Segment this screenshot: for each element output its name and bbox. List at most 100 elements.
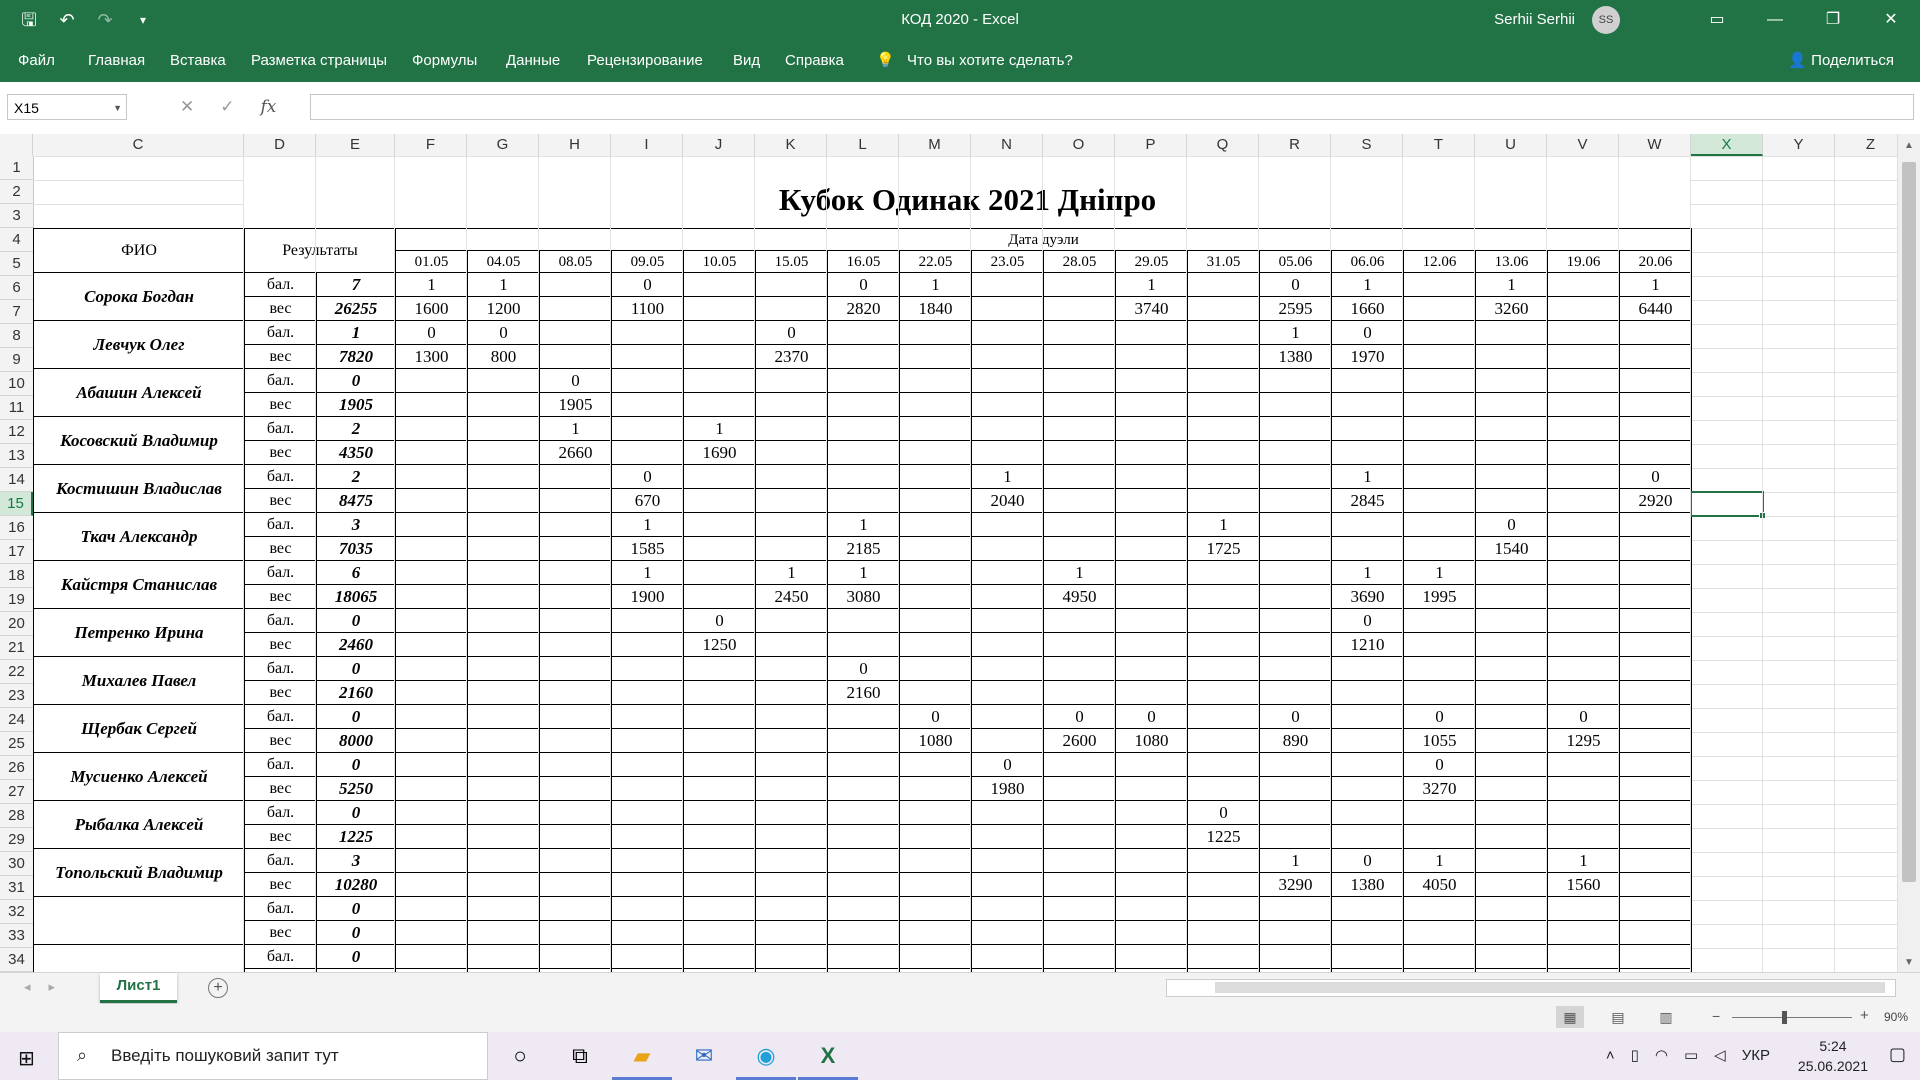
date-header[interactable]: 04.05	[467, 250, 540, 273]
scroll-thumb[interactable]	[1215, 982, 1885, 993]
weight-cell[interactable]: 1905	[539, 392, 612, 417]
points-cell[interactable]	[539, 800, 612, 825]
weight-cell[interactable]: 1560	[1547, 872, 1620, 897]
weight-cell[interactable]	[1403, 632, 1476, 657]
weight-cell[interactable]	[539, 584, 612, 609]
row-header[interactable]: 18	[0, 564, 33, 588]
points-cell[interactable]	[467, 944, 540, 969]
row-header[interactable]: 22	[0, 660, 33, 684]
weight-cell[interactable]	[611, 824, 684, 849]
weight-cell[interactable]	[1259, 776, 1332, 801]
cell-grid[interactable]: Кубок Одинак 2021 Дніпро ФИО Результаты Да…	[33, 156, 1898, 972]
weight-cell[interactable]	[1331, 440, 1404, 465]
weight-cell[interactable]	[1259, 584, 1332, 609]
weight-cell[interactable]	[755, 488, 828, 513]
points-cell[interactable]: 1	[1475, 272, 1548, 297]
points-cell[interactable]: 1	[611, 512, 684, 537]
points-cell[interactable]	[1115, 944, 1188, 969]
weight-cell[interactable]: 1080	[1115, 728, 1188, 753]
weight-cell[interactable]	[1187, 392, 1260, 417]
points-cell[interactable]	[467, 896, 540, 921]
points-cell[interactable]	[827, 704, 900, 729]
weight-label[interactable]: вес	[244, 488, 317, 513]
weight-cell[interactable]	[1115, 872, 1188, 897]
weight-cell[interactable]: 890	[1259, 728, 1332, 753]
weight-cell[interactable]	[467, 632, 540, 657]
points-cell[interactable]: 1	[1403, 560, 1476, 585]
player-name[interactable]: Ткач Александр	[33, 512, 245, 561]
volume-icon[interactable]: ◁	[1714, 1032, 1726, 1080]
points-cell[interactable]	[755, 512, 828, 537]
weight-cell[interactable]	[899, 344, 972, 369]
points-cell[interactable]	[1403, 368, 1476, 393]
weight-cell[interactable]: 4950	[1043, 584, 1116, 609]
weight-cell[interactable]: 1210	[1331, 632, 1404, 657]
user-name[interactable]: Serhii Serhii	[1494, 0, 1575, 40]
weight-cell[interactable]: 1970	[1331, 344, 1404, 369]
horizontal-scrollbar[interactable]	[1166, 979, 1896, 997]
points-cell[interactable]	[1331, 416, 1404, 441]
points-cell[interactable]	[467, 704, 540, 729]
weight-cell[interactable]	[1547, 584, 1620, 609]
points-cell[interactable]	[395, 560, 468, 585]
weight-cell[interactable]	[755, 536, 828, 561]
points-cell[interactable]	[467, 800, 540, 825]
row-header[interactable]: 31	[0, 876, 33, 900]
points-cell[interactable]	[1187, 272, 1260, 297]
add-sheet-icon[interactable]: +	[208, 978, 228, 998]
row-header[interactable]: 17	[0, 540, 33, 564]
points-cell[interactable]	[971, 416, 1044, 441]
points-cell[interactable]	[1547, 656, 1620, 681]
weight-cell[interactable]	[827, 392, 900, 417]
points-total[interactable]: 3	[316, 848, 396, 873]
weight-cell[interactable]: 1540	[1475, 536, 1548, 561]
points-total[interactable]: 0	[316, 944, 396, 969]
row-header[interactable]: 28	[0, 804, 33, 828]
weight-cell[interactable]	[899, 440, 972, 465]
column-header[interactable]: U	[1475, 134, 1547, 156]
row-header[interactable]: 34	[0, 948, 33, 972]
points-cell[interactable]	[683, 464, 756, 489]
weight-cell[interactable]	[683, 824, 756, 849]
weight-total[interactable]: 8475	[316, 488, 396, 513]
weight-cell[interactable]	[1187, 632, 1260, 657]
weight-cell[interactable]: 6440	[1618, 296, 1693, 321]
weight-cell[interactable]	[539, 824, 612, 849]
weight-cell[interactable]	[899, 536, 972, 561]
player-name[interactable]	[33, 896, 245, 945]
player-name[interactable]: Сорока Богдан	[33, 272, 245, 321]
weight-cell[interactable]: 1080	[899, 728, 972, 753]
weight-cell[interactable]	[1259, 440, 1332, 465]
points-cell[interactable]	[755, 272, 828, 297]
points-cell[interactable]	[1115, 800, 1188, 825]
zoom-slider[interactable]	[1732, 1017, 1852, 1018]
points-cell[interactable]	[1187, 752, 1260, 777]
points-cell[interactable]	[1403, 320, 1476, 345]
points-cell[interactable]	[899, 368, 972, 393]
cancel-icon[interactable]: ✕	[180, 94, 194, 120]
points-cell[interactable]	[1403, 416, 1476, 441]
weight-cell[interactable]	[395, 488, 468, 513]
weight-cell[interactable]	[1475, 728, 1548, 753]
points-cell[interactable]: 0	[1331, 848, 1404, 873]
fio-header[interactable]: ФИО	[33, 228, 245, 273]
scroll-down-icon[interactable]: ▼	[1898, 957, 1920, 968]
column-header[interactable]: I	[611, 134, 683, 156]
date-header[interactable]: 22.05	[899, 250, 972, 273]
points-cell[interactable]	[395, 704, 468, 729]
column-header[interactable]: C	[33, 134, 244, 156]
points-cell[interactable]: 0	[395, 320, 468, 345]
points-cell[interactable]: 1	[1259, 320, 1332, 345]
file-explorer-icon[interactable]: ▰	[612, 1032, 672, 1080]
weight-cell[interactable]: 1100	[611, 296, 684, 321]
weight-cell[interactable]: 1660	[1331, 296, 1404, 321]
points-cell[interactable]	[1115, 896, 1188, 921]
points-cell[interactable]	[1043, 944, 1116, 969]
points-cell[interactable]	[755, 608, 828, 633]
weight-cell[interactable]	[971, 296, 1044, 321]
points-cell[interactable]	[1547, 752, 1620, 777]
weight-cell[interactable]	[1043, 488, 1116, 513]
weight-total[interactable]: 10280	[316, 872, 396, 897]
tab-data[interactable]: Данные	[506, 40, 560, 82]
points-cell[interactable]	[1043, 752, 1116, 777]
